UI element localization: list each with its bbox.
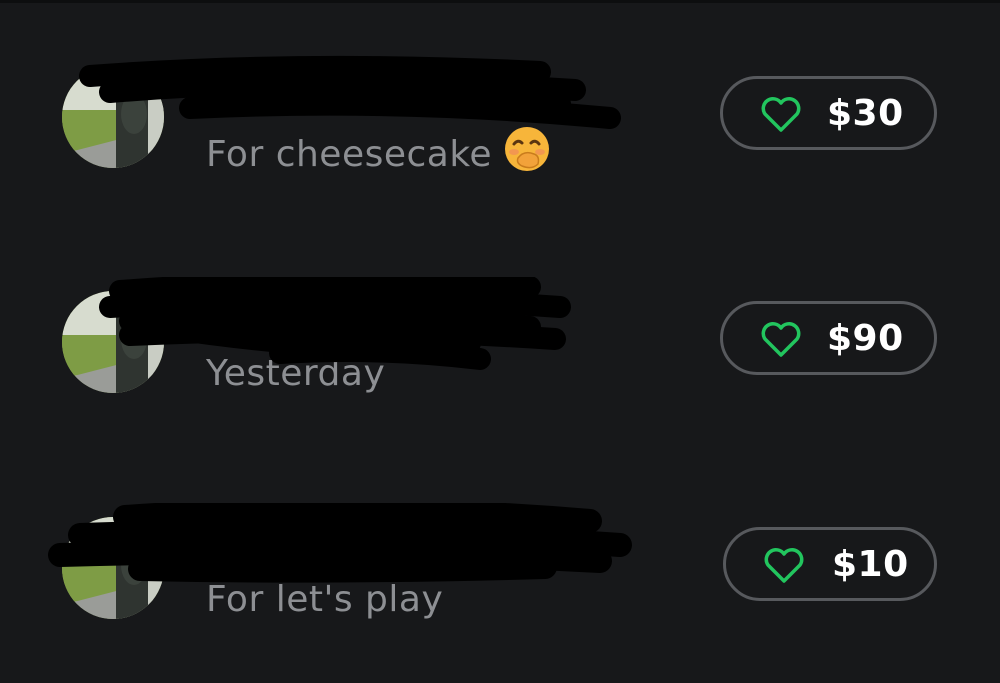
- feed-item[interactable]: For let's play $10: [0, 503, 1000, 633]
- hand-over-mouth-emoji-icon: [504, 126, 550, 184]
- payment-amount: $10: [832, 544, 909, 585]
- transaction-note: For let's play: [206, 579, 444, 620]
- payment-amount: $90: [827, 318, 904, 359]
- like-amount-button[interactable]: $10: [723, 527, 937, 601]
- avatar[interactable]: [62, 291, 164, 393]
- payment-amount: $30: [827, 93, 904, 134]
- like-amount-button[interactable]: $90: [720, 301, 937, 375]
- avatar[interactable]: [62, 517, 164, 619]
- heart-outline-icon: [761, 322, 801, 357]
- feed-item[interactable]: For cheesecake $30: [0, 52, 1000, 182]
- avatar[interactable]: [62, 66, 164, 168]
- heart-outline-icon: [764, 548, 804, 583]
- like-amount-button[interactable]: $30: [720, 76, 937, 150]
- heart-outline-icon: [761, 97, 801, 132]
- top-divider: [0, 0, 1000, 3]
- avatar-photo-icon: [62, 517, 164, 619]
- transaction-date: Yesterday: [206, 353, 386, 394]
- avatar-photo-icon: [62, 291, 164, 393]
- feed-item[interactable]: Yesterday $90: [0, 277, 1000, 407]
- transaction-note: For cheesecake: [206, 126, 550, 184]
- avatar-photo-icon: [62, 66, 164, 168]
